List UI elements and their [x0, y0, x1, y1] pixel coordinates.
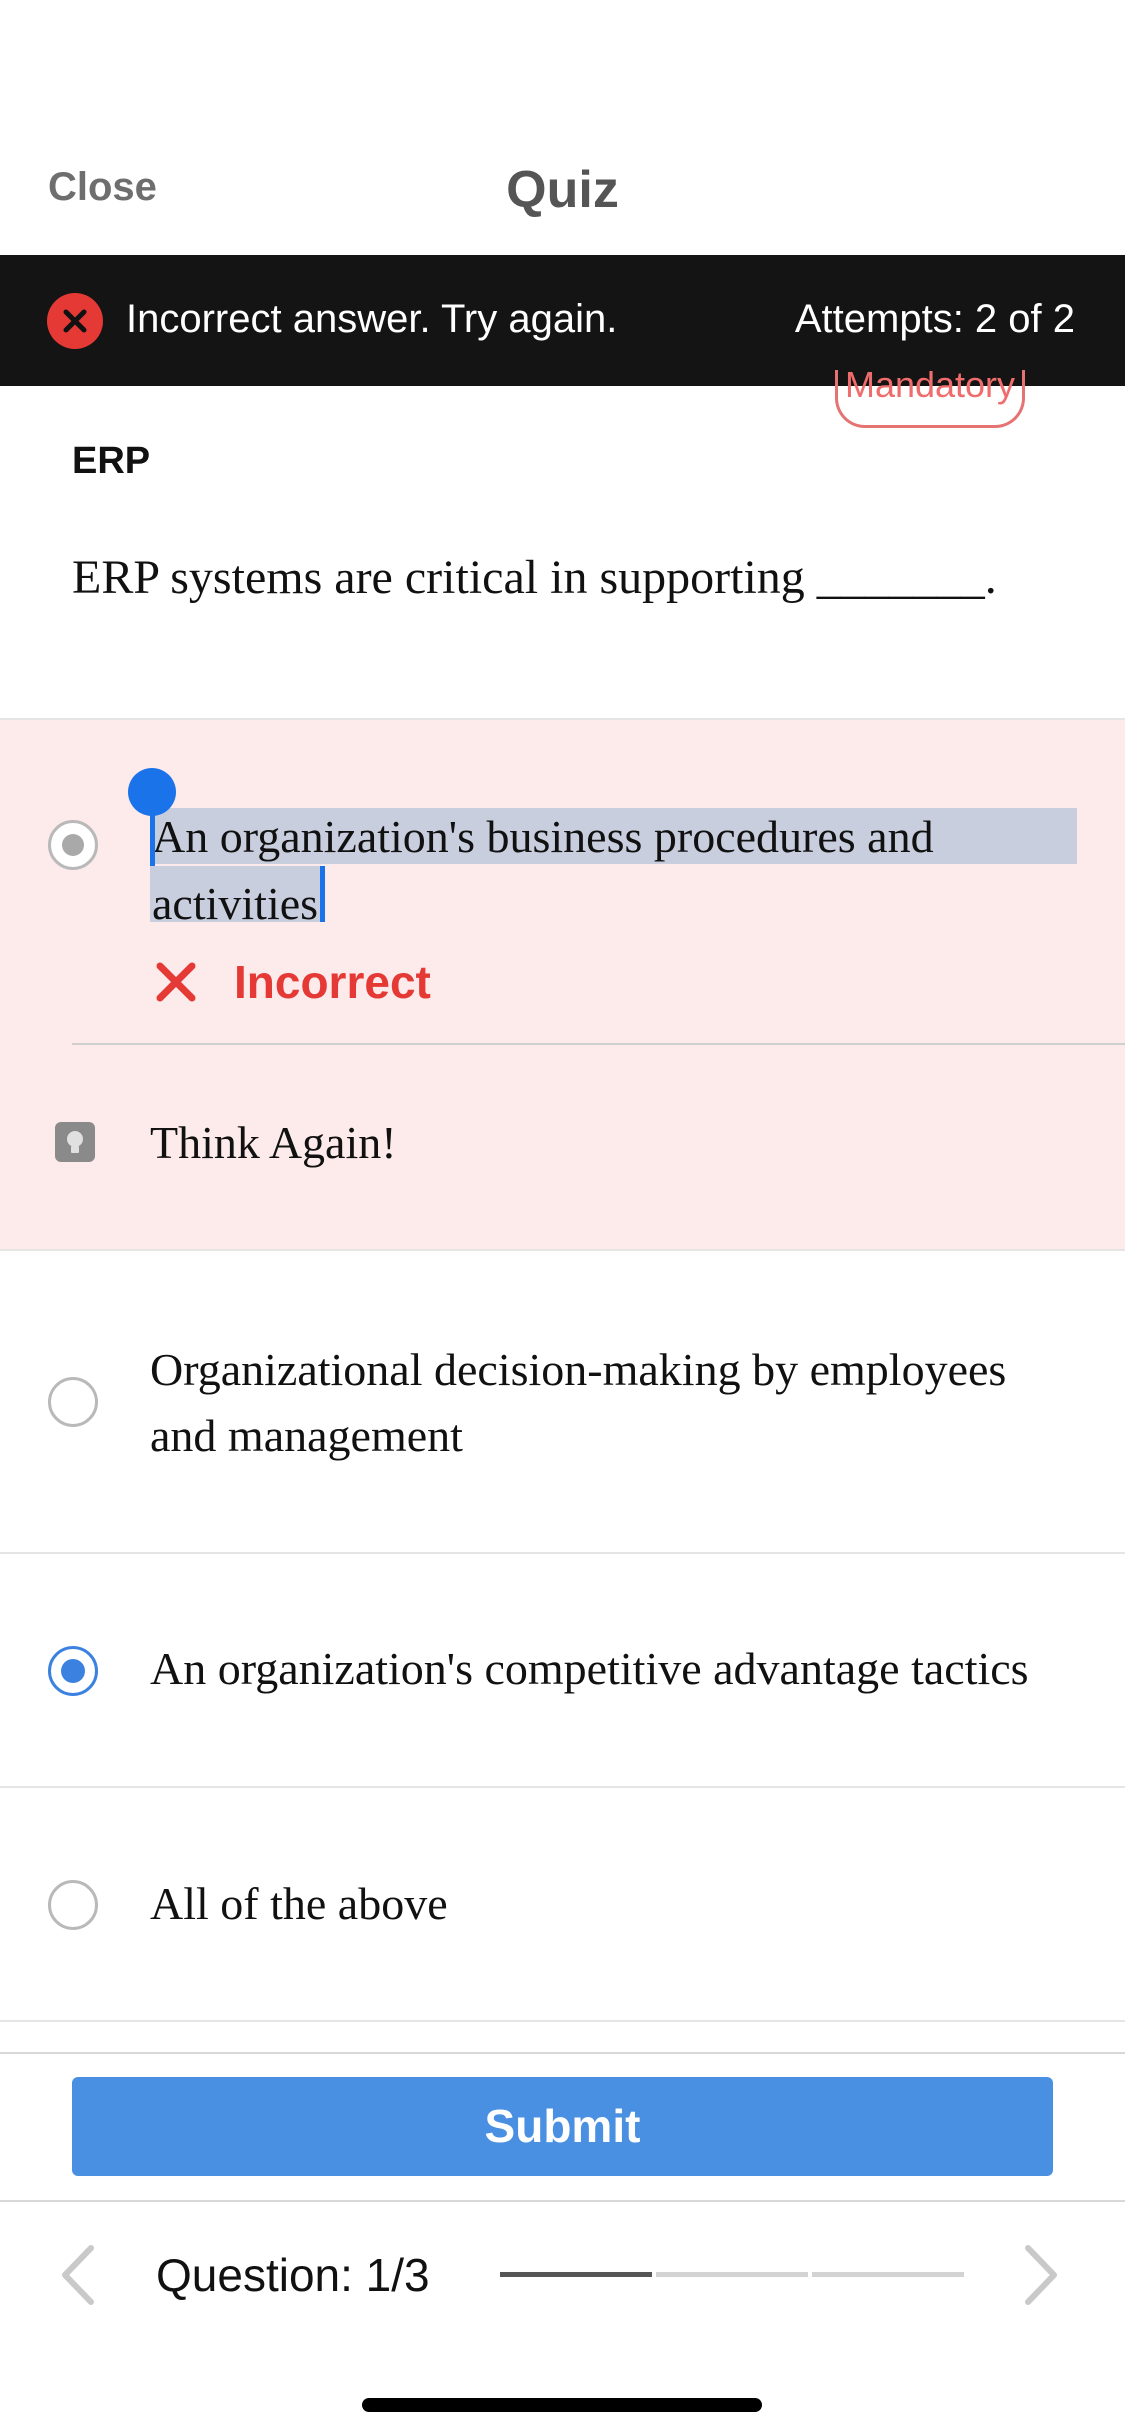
- option-1-line1[interactable]: An organization's business procedures an…: [152, 804, 934, 870]
- progress-segment: [812, 2272, 964, 2277]
- question-text: ERP systems are critical in supporting _…: [72, 551, 997, 604]
- divider: [0, 2200, 1125, 2202]
- error-banner: Incorrect answer. Try again. Attempts: 2…: [0, 255, 1125, 386]
- divider: [0, 1552, 1125, 1554]
- question-section: ERP: [72, 440, 151, 482]
- option-4-label[interactable]: All of the above: [150, 1871, 448, 1937]
- progress-segment: [656, 2272, 808, 2277]
- selection-drag-handle[interactable]: [128, 768, 176, 816]
- lightbulb-icon: [55, 1122, 95, 1162]
- divider: [72, 1043, 1125, 1045]
- attempts-counter: Attempts: 2 of 2: [794, 297, 1075, 341]
- selection-caret-start[interactable]: [150, 810, 155, 866]
- divider: [0, 2020, 1125, 2022]
- chevron-left-icon[interactable]: [55, 2240, 99, 2315]
- home-indicator[interactable]: [362, 2398, 762, 2412]
- progress-segment: [500, 2272, 652, 2277]
- option-3-radio[interactable]: [48, 1646, 98, 1696]
- hint-text: Think Again!: [150, 1117, 397, 1168]
- selection-caret-end[interactable]: [320, 866, 325, 922]
- chevron-right-icon[interactable]: [1020, 2240, 1064, 2315]
- divider: [0, 1786, 1125, 1788]
- banner-message: Incorrect answer. Try again.: [126, 297, 618, 341]
- option-1-feedback: Incorrect: [234, 956, 431, 1008]
- option-2-line1[interactable]: Organizational decision-making by employ…: [150, 1337, 1006, 1403]
- submit-button[interactable]: Submit: [72, 2077, 1053, 2176]
- divider: [0, 2052, 1125, 2054]
- option-4-radio[interactable]: [48, 1880, 98, 1930]
- error-icon: [47, 293, 103, 349]
- option-2-line2[interactable]: and management: [150, 1403, 463, 1469]
- option-1-line2[interactable]: activities: [152, 871, 318, 937]
- mandatory-badge: Mandatory: [835, 370, 1025, 428]
- page-title: Quiz: [506, 161, 619, 219]
- option-2-radio[interactable]: [48, 1377, 98, 1427]
- question-counter: Question: 1/3: [156, 2249, 430, 2301]
- incorrect-x-icon: [152, 958, 200, 1011]
- option-1-radio[interactable]: [48, 820, 98, 870]
- option-3-label[interactable]: An organization's competitive advantage …: [150, 1636, 1029, 1702]
